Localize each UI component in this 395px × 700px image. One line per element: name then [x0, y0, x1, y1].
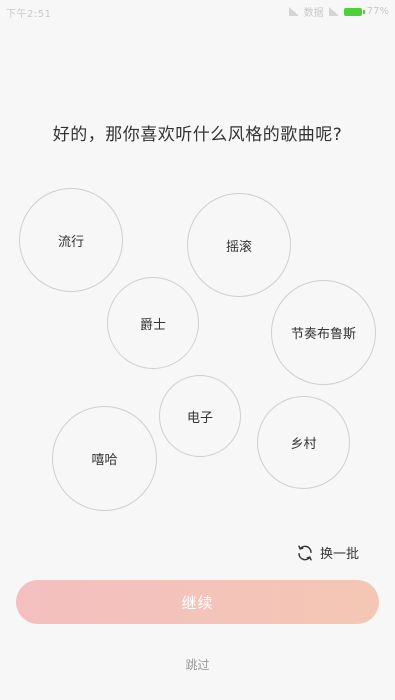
refresh-icon: [296, 544, 314, 562]
refresh-button[interactable]: 换一批: [296, 543, 359, 562]
genre-bubble-electronic[interactable]: 电子: [159, 375, 241, 457]
status-bar: 下午2:51 数据 77%: [0, 0, 395, 22]
genre-label: 节奏布鲁斯: [290, 327, 356, 342]
question-title: 好的，那你喜欢听什么风格的歌曲呢?: [52, 125, 343, 145]
battery-level: 77%: [366, 6, 389, 17]
status-time: 下午2:51: [6, 9, 52, 20]
genre-bubble-rnb[interactable]: 节奏布鲁斯: [271, 280, 376, 385]
genre-bubble-rock[interactable]: 摇滚: [187, 193, 291, 297]
status-icons: 数据 77%: [288, 4, 389, 19]
signal-icon-2: [328, 7, 339, 16]
genre-label: 乡村: [290, 437, 317, 452]
genre-bubble-jazz[interactable]: 爵士: [107, 277, 199, 369]
genre-label: 流行: [57, 234, 84, 250]
signal-icon: [288, 7, 299, 16]
skip-link[interactable]: 跳过: [0, 656, 395, 673]
genre-label: 电子: [186, 410, 213, 426]
genre-bubble-hiphop[interactable]: 嘻哈: [52, 406, 157, 511]
genre-label: 嘻哈: [91, 453, 118, 468]
network-label: 数据: [303, 8, 324, 19]
genre-label: 爵士: [139, 317, 166, 333]
genre-bubble-pop[interactable]: 流行: [19, 188, 123, 292]
genre-bubble-country[interactable]: 乡村: [257, 396, 350, 489]
genre-label: 摇滚: [225, 239, 252, 255]
continue-button[interactable]: 继续: [16, 580, 379, 624]
refresh-label: 换一批: [320, 547, 360, 562]
battery-icon: [343, 7, 365, 16]
